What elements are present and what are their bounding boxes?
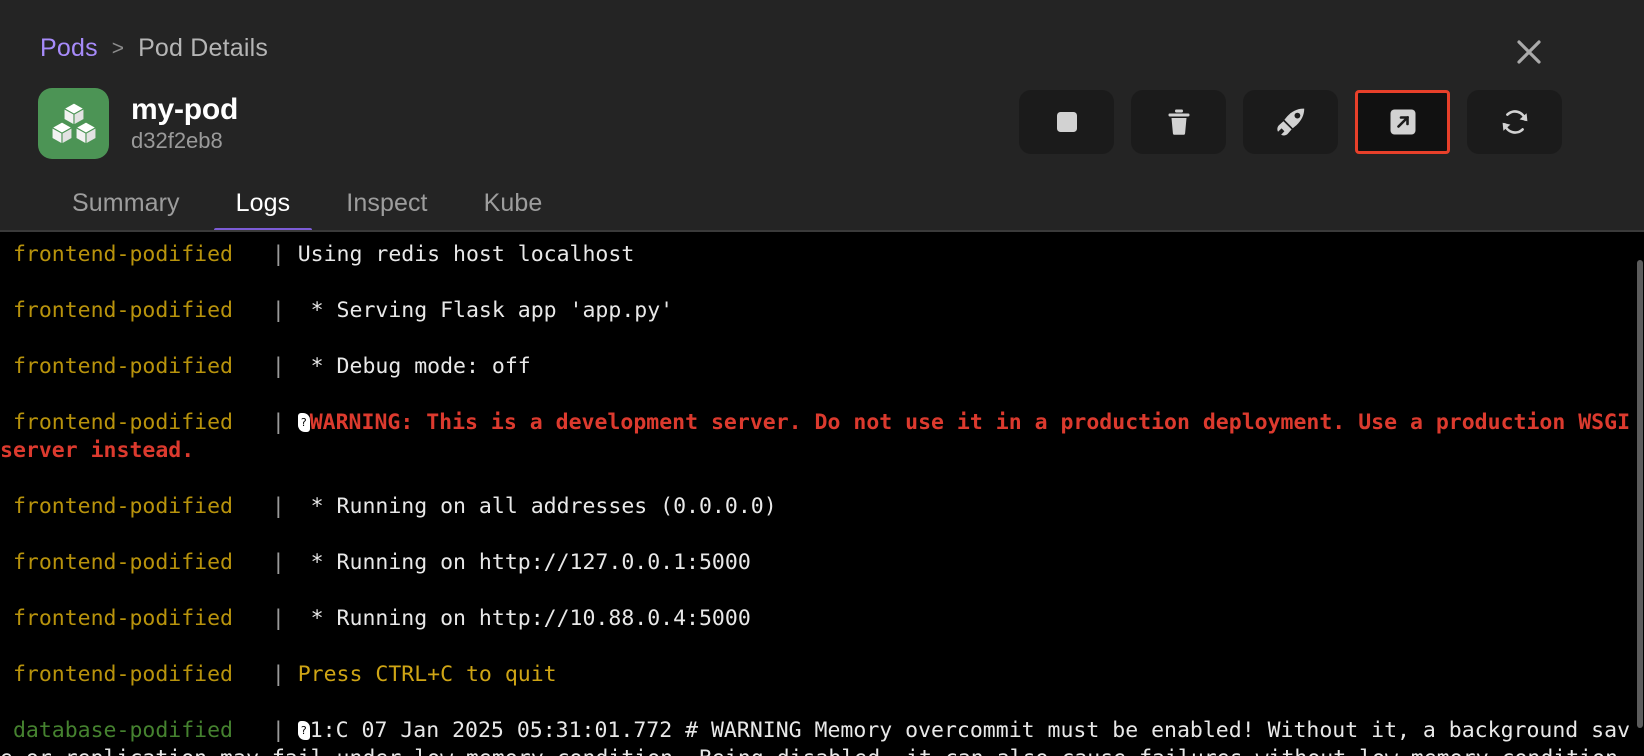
log-message: * Running on all addresses (0.0.0.0) — [297, 494, 777, 519]
log-source: frontend-podified — [0, 410, 272, 435]
log-line: frontend-podified | * Running on http://… — [0, 549, 1636, 577]
log-line: frontend-podified | * Debug mode: off — [0, 353, 1636, 381]
tab-inspect[interactable]: Inspect — [318, 189, 455, 232]
log-separator: | — [271, 550, 298, 575]
log-source: frontend-podified — [0, 662, 272, 687]
log-separator: | — [271, 298, 298, 323]
window-header: Pods > Pod Details my-pod d32f2eb8 Summa… — [0, 0, 1644, 232]
log-line: frontend-podified | ? WARNING: This is a … — [0, 409, 1636, 465]
breadcrumb-separator-icon: > — [111, 36, 125, 60]
log-separator: | — [271, 494, 298, 519]
log-separator: | — [271, 354, 298, 379]
log-source: frontend-podified — [0, 298, 272, 323]
log-output-panel[interactable]: frontend-podified | Using redis host loc… — [0, 232, 1644, 756]
close-icon — [1514, 37, 1544, 67]
breadcrumb: Pods > Pod Details — [40, 34, 268, 63]
refresh-icon — [1500, 107, 1530, 137]
log-line: frontend-podified | * Running on all add… — [0, 493, 1636, 521]
log-message: Press CTRL+C to quit — [297, 662, 557, 687]
log-source: frontend-podified — [0, 494, 272, 519]
tab-logs[interactable]: Logs — [208, 189, 319, 232]
log-source: frontend-podified — [0, 242, 272, 267]
log-separator: | — [271, 662, 298, 687]
log-message: * Running on http://127.0.0.1:5000 — [297, 550, 751, 575]
cubes-icon — [50, 101, 98, 147]
log-source: frontend-podified — [0, 354, 272, 379]
deploy-button[interactable] — [1243, 90, 1338, 154]
log-separator: | — [271, 242, 298, 267]
stop-square-icon — [1054, 109, 1080, 135]
log-source: database-podified — [0, 718, 272, 743]
log-source: frontend-podified — [0, 550, 272, 575]
log-line: frontend-podified | * Running on http://… — [0, 605, 1636, 633]
missing-glyph-icon: ? — [297, 721, 310, 740]
log-message: * Running on http://10.88.0.4:5000 — [297, 606, 751, 631]
delete-button[interactable] — [1131, 90, 1226, 154]
stop-button[interactable] — [1019, 90, 1114, 154]
breadcrumb-current: Pod Details — [138, 34, 269, 62]
pod-id: d32f2eb8 — [131, 127, 223, 153]
log-text: frontend-podified | Using redis host loc… — [0, 232, 1636, 756]
open-external-icon — [1389, 108, 1417, 136]
tab-kube[interactable]: Kube — [456, 189, 571, 232]
open-external-button[interactable] — [1355, 90, 1450, 154]
pod-details-window: Pods > Pod Details my-pod d32f2eb8 Summa… — [0, 0, 1644, 756]
missing-glyph-icon: ? — [297, 413, 310, 432]
log-message: * Debug mode: off — [297, 354, 531, 379]
rocket-icon — [1276, 107, 1306, 137]
refresh-button[interactable] — [1467, 90, 1562, 154]
log-line: frontend-podified | Using redis host loc… — [0, 241, 1636, 269]
log-separator: | — [271, 606, 298, 631]
log-line: frontend-podified | Press CTRL+C to quit — [0, 661, 1636, 689]
tab-summary[interactable]: Summary — [44, 189, 208, 232]
log-scrollbar-thumb[interactable] — [1637, 260, 1643, 728]
page-title: my-pod — [131, 93, 239, 127]
log-line: database-podified | ? 1:C 07 Jan 2025 05:… — [0, 717, 1636, 756]
log-message: * Serving Flask app 'app.py' — [297, 298, 674, 323]
close-button[interactable] — [1510, 33, 1548, 71]
log-separator: | — [271, 410, 298, 435]
log-source: frontend-podified — [0, 606, 272, 631]
breadcrumb-pods-link[interactable]: Pods — [40, 34, 98, 63]
log-message: Using redis host localhost — [297, 242, 635, 267]
pod-identity: my-pod d32f2eb8 — [38, 88, 238, 159]
log-scrollbar-track[interactable] — [1636, 232, 1644, 756]
tab-bar: Summary Logs Inspect Kube — [44, 189, 570, 232]
log-separator: | — [271, 718, 298, 743]
trash-icon — [1166, 108, 1192, 136]
log-line: frontend-podified | * Serving Flask app … — [0, 297, 1636, 325]
action-toolbar — [1019, 90, 1562, 154]
avatar — [38, 88, 109, 159]
